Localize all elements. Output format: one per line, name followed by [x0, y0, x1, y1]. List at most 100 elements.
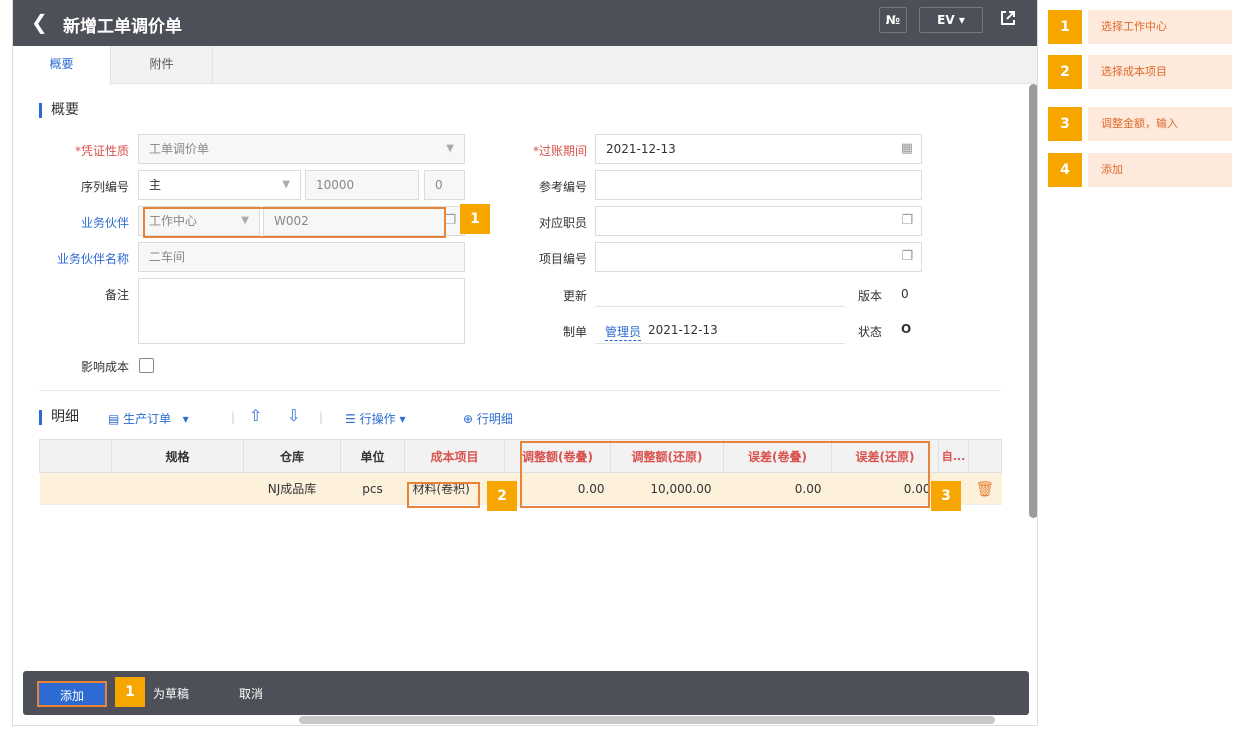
tab-summary[interactable]: 概要: [13, 46, 111, 85]
footer-action-bar: 添加 为草稿 取消 1: [23, 671, 1029, 715]
step-badge-1: 1: [460, 204, 490, 234]
affect-cost-label: 影响成本: [80, 360, 129, 374]
col-unit[interactable]: 单位: [340, 439, 405, 473]
col-blank: [39, 439, 112, 473]
cell-warehouse[interactable]: NJ成品库: [243, 472, 341, 505]
legend-number: 2: [1048, 55, 1082, 89]
add-button[interactable]: 添加: [37, 681, 107, 707]
section-divider: [39, 390, 1001, 391]
legend-number: 3: [1048, 107, 1082, 141]
legend-number: 1: [1048, 10, 1082, 44]
staff-lookup[interactable]: ❐: [595, 206, 922, 236]
status-value: O: [901, 322, 912, 336]
ref-no-input[interactable]: [595, 170, 922, 200]
zoom-in-icon: ⊕: [463, 412, 474, 426]
maker-label: 制单: [562, 325, 587, 339]
posting-period-value: 2021-12-13: [606, 142, 676, 156]
serial-number-field: 10000: [305, 170, 419, 200]
header-bar: ❮ 新增工单调价单 № EV ▾: [13, 0, 1037, 46]
project-no-label: 项目编号: [538, 252, 587, 266]
move-down-icon[interactable]: ⇩: [287, 406, 300, 425]
ev-dropdown-button[interactable]: EV ▾: [919, 7, 983, 33]
partner-name-label: 业务伙伴名称: [56, 252, 129, 266]
row-ops-button[interactable]: ☰ 行操作 ▾: [345, 410, 405, 427]
update-label: 更新: [562, 289, 587, 303]
list-icon: ☰: [345, 412, 356, 426]
posting-period-datepicker[interactable]: 2021-12-13 ▦: [595, 134, 922, 164]
step-badge-3: 3: [931, 481, 961, 511]
voucher-type-label: *凭证性质: [39, 142, 129, 159]
save-draft-button[interactable]: 为草稿: [141, 681, 201, 707]
row-detail-button[interactable]: ⊕ 行明细: [463, 410, 513, 427]
calendar-icon[interactable]: ▦: [901, 135, 913, 163]
chevron-down-icon: ▼: [446, 143, 454, 154]
ref-no-label: 参考编号: [538, 180, 587, 194]
cell-unit[interactable]: pcs: [340, 472, 405, 505]
step-badge-2: 2: [487, 481, 517, 511]
maker-date: 2021-12-13: [648, 323, 718, 337]
col-actions: [968, 439, 1002, 473]
cell-spec[interactable]: [111, 472, 244, 505]
highlight-box-amounts: [520, 441, 930, 508]
chevron-down-icon: ▾: [399, 412, 406, 426]
move-up-icon[interactable]: ⇧: [249, 406, 262, 425]
voucher-type-select[interactable]: 工单调价单 ▼: [138, 134, 465, 164]
lookup-icon[interactable]: ❐: [444, 207, 456, 235]
row-detail-label: 行明细: [476, 412, 513, 426]
highlight-box-cost-item: [407, 482, 480, 508]
staff-label: 对应职员: [538, 216, 587, 230]
serial-no-label: 序列编号: [80, 180, 129, 194]
partner-name-field: 二车间: [138, 242, 465, 272]
voucher-type-value: 工单调价单: [149, 142, 210, 156]
production-order-button[interactable]: ▤ 生产订单 ▾: [108, 410, 189, 427]
cancel-button[interactable]: 取消: [229, 681, 273, 707]
lookup-icon[interactable]: ❐: [901, 243, 913, 271]
chevron-down-icon: ▼: [282, 179, 290, 190]
remark-textarea[interactable]: [138, 278, 465, 344]
update-underline: [595, 306, 845, 307]
page-title: 新增工单调价单: [63, 17, 182, 37]
document-icon: ▤: [108, 412, 120, 426]
legend-text: 添加: [1088, 153, 1232, 187]
serial-no-value: 主: [149, 178, 162, 192]
affect-cost-checkbox[interactable]: [139, 358, 154, 373]
lookup-icon[interactable]: ❐: [901, 207, 913, 235]
back-arrow-icon[interactable]: ❮: [31, 11, 48, 33]
vertical-scrollbar[interactable]: [1029, 84, 1037, 518]
maker-user-link[interactable]: 管理员: [605, 323, 642, 341]
project-no-lookup[interactable]: ❐: [595, 242, 922, 272]
form-window: ❮ 新增工单调价单 № EV ▾ 概要 附件 概要 *凭证性质 工单调价单 ▼ 序…: [12, 0, 1038, 726]
toolbar-separator: |: [319, 410, 324, 424]
version-value: 0: [901, 287, 909, 301]
maker-underline: [595, 343, 845, 344]
numbering-button[interactable]: №: [879, 7, 907, 33]
summary-section-title: 概要: [39, 103, 79, 118]
col-cost-item[interactable]: 成本项目: [404, 439, 505, 473]
remark-label: 备注: [104, 288, 129, 302]
col-warehouse[interactable]: 仓库: [243, 439, 341, 473]
cell-blank: [39, 472, 112, 505]
partner-label: 业务伙伴: [80, 216, 129, 230]
tab-attachments[interactable]: 附件: [111, 46, 213, 84]
delete-row-icon[interactable]: 🗑: [968, 472, 1002, 505]
legend-number: 4: [1048, 153, 1082, 187]
status-label: 状态: [858, 325, 883, 339]
tab-bar: 概要 附件: [13, 46, 1037, 85]
posting-period-label-text: *过账期间: [532, 144, 587, 158]
highlight-box-partner: [143, 207, 446, 238]
col-self[interactable]: 自...: [938, 439, 969, 473]
horizontal-scrollbar[interactable]: [299, 716, 995, 724]
chevron-down-icon: ▾: [182, 412, 189, 426]
step-badge-footer: 1: [115, 677, 145, 707]
serial-no-select[interactable]: 主 ▼: [138, 170, 301, 200]
version-label: 版本: [858, 289, 883, 303]
row-ops-label: 行操作: [359, 412, 396, 426]
serial-suffix-field: 0: [424, 170, 465, 200]
posting-period-label: *过账期间: [497, 142, 587, 159]
export-icon[interactable]: [999, 9, 1017, 27]
legend-text: 选择成本项目: [1088, 55, 1232, 89]
voucher-type-label-text: *凭证性质: [74, 144, 129, 158]
col-spec[interactable]: 规格: [111, 439, 244, 473]
production-order-label: 生产订单: [123, 412, 172, 426]
legend-text: 调整金额，输入: [1088, 107, 1232, 141]
